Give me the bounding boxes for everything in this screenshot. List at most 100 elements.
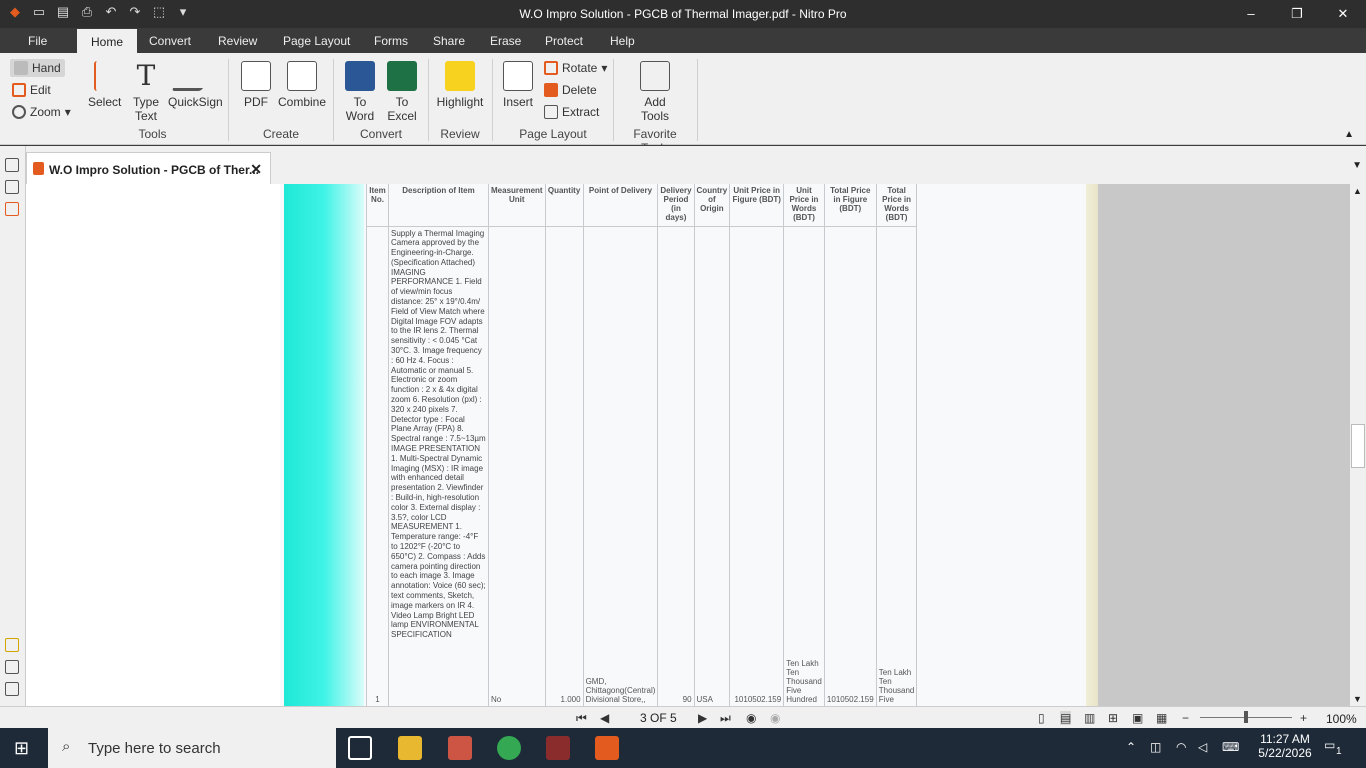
next-page-icon[interactable]: ▶ [698, 711, 707, 725]
camera-tray-icon[interactable]: ◫ [1150, 740, 1161, 754]
previous-view-icon[interactable]: ◉ [746, 711, 756, 725]
window-title: W.O Impro Solution - PGCB of Thermal Ima… [519, 7, 847, 21]
highlight-label: Highlight [436, 95, 484, 109]
extract-button[interactable]: Extract [544, 105, 599, 119]
header-total-price-words: Total Price in Words (BDT) [875, 184, 918, 227]
page-indicator[interactable]: 3 OF 5 [640, 711, 677, 725]
file-explorer-icon[interactable] [398, 736, 422, 760]
vertical-scrollbar[interactable]: ▲ ▼ [1350, 184, 1366, 706]
taskbar-search[interactable]: ⌕ Type here to search [48, 728, 336, 768]
header-point-of-delivery: Point of Delivery [582, 184, 659, 227]
close-button[interactable]: ✕ [1320, 0, 1366, 28]
header-unit-price-words: Unit Price in Words (BDT) [783, 184, 825, 227]
scroll-up-icon[interactable]: ▲ [1353, 186, 1362, 196]
select-label: Select [88, 95, 122, 109]
excel-icon [387, 61, 417, 91]
extract-label: Extract [562, 105, 600, 119]
tab-page-layout[interactable]: Page Layout [277, 32, 356, 50]
tab-home[interactable]: Home [77, 29, 138, 53]
nitro-pro-icon[interactable] [595, 736, 619, 760]
header-delivery-period: Delivery Period (in days) [657, 184, 695, 227]
document-viewer[interactable]: Item No. Description of Item Measurement… [280, 184, 1350, 706]
app-icon[interactable] [448, 736, 472, 760]
search-panel-icon[interactable] [5, 180, 19, 194]
keyboard-icon[interactable]: ⌨ [1222, 740, 1239, 754]
tab-file[interactable]: File [22, 32, 53, 50]
search-placeholder: Type here to search [88, 740, 221, 757]
tab-help[interactable]: Help [604, 32, 641, 50]
type-text-label-1: Type [132, 95, 159, 109]
facing-view-icon[interactable]: ▥ [1084, 711, 1095, 725]
document-tab[interactable]: W.O Impro Solution - PGCB of Ther... ✕ [26, 152, 271, 184]
pages-panel-icon[interactable] [5, 158, 19, 172]
fields-panel-icon[interactable] [5, 682, 19, 696]
tab-list-chevron-icon[interactable]: ▼ [1352, 160, 1362, 171]
cell-unit-words: Ten Lakh Ten Thousand Five Hundred [783, 226, 825, 706]
single-page-view-icon[interactable]: ▯ [1038, 711, 1045, 725]
tab-erase[interactable]: Erase [484, 32, 527, 50]
cell-country: USA [693, 226, 731, 706]
zoom-out-icon[interactable]: − [1182, 711, 1189, 725]
last-page-icon[interactable]: ⏭ [720, 711, 731, 726]
word-icon [345, 61, 375, 91]
attachments-panel-icon[interactable] [5, 660, 19, 674]
table-row: 1 Supply a Thermal Imaging Camera approv… [366, 226, 918, 706]
edit-tool-button[interactable]: Edit [12, 83, 51, 97]
type-text-button[interactable]: T Type Text [130, 61, 162, 124]
rotate-icon [544, 61, 558, 75]
volume-muted-icon[interactable]: ◁ [1198, 740, 1207, 754]
insert-button[interactable]: Insert [500, 61, 536, 109]
tray-chevron-icon[interactable]: ⌃ [1126, 740, 1136, 754]
zoom-slider-thumb[interactable] [1244, 711, 1248, 723]
comments-panel-icon[interactable] [5, 638, 19, 652]
rotate-button[interactable]: Rotate ▾ [544, 61, 607, 75]
to-excel-button[interactable]: To Excel [385, 61, 419, 123]
quicksign-button[interactable]: QuickSign [168, 61, 223, 109]
chrome-icon[interactable] [497, 736, 521, 760]
winrar-icon[interactable] [546, 736, 570, 760]
scroll-down-icon[interactable]: ▼ [1353, 694, 1362, 704]
zoom-button[interactable]: Zoom ▾ [12, 105, 71, 119]
minimize-button[interactable]: – [1228, 0, 1274, 28]
pdf-label: PDF [244, 95, 268, 109]
zoom-level[interactable]: 100% [1326, 712, 1357, 726]
zoom-in-icon[interactable]: + [1300, 711, 1307, 725]
previous-page-icon[interactable]: ◀ [600, 711, 609, 725]
fit-page-icon[interactable]: ▣ [1132, 711, 1143, 725]
status-bar: ⏮ ◀ 3 OF 5 ▶ ⏭ ◉ ◉ ▯ ▤ ▥ ⊞ ▣ ▦ − + 100% [0, 706, 1366, 728]
first-page-icon[interactable]: ⏮ [576, 711, 587, 726]
to-word-button[interactable]: To Word [343, 61, 377, 123]
collapse-ribbon-icon[interactable]: ▲ [1344, 129, 1354, 140]
notifications-icon[interactable]: ▭ [1324, 738, 1335, 752]
scrollbar-thumb[interactable] [1351, 424, 1365, 468]
next-view-icon[interactable]: ◉ [770, 711, 780, 725]
continuous-view-icon[interactable]: ▤ [1060, 711, 1072, 725]
restore-button[interactable]: ❐ [1274, 0, 1320, 28]
quicksign-icon [171, 61, 219, 91]
fit-width-icon[interactable]: ▦ [1156, 711, 1167, 725]
system-clock[interactable]: 11:27 AM 5/22/2026 [1255, 732, 1315, 760]
edit-icon [12, 83, 26, 97]
title-bar: ◆ ▭ ▤ ⎙ ↶ ↷ ⬚ ▾ W.O Impro Solution - PGC… [0, 0, 1366, 28]
hand-tool-button[interactable]: Hand [10, 59, 65, 77]
tab-share[interactable]: Share [427, 32, 471, 50]
windows-start-icon[interactable]: ⊞ [14, 738, 29, 759]
tab-convert[interactable]: Convert [143, 32, 197, 50]
facing-continuous-view-icon[interactable]: ⊞ [1108, 711, 1118, 725]
add-tools-button[interactable]: Add Tools [638, 61, 672, 123]
combine-button[interactable]: Combine [278, 61, 326, 109]
header-description: Description of Item [388, 184, 489, 227]
wifi-icon[interactable]: ◠ [1176, 740, 1186, 754]
select-button[interactable]: Select [88, 61, 122, 109]
tab-forms[interactable]: Forms [368, 32, 414, 50]
close-tab-icon[interactable]: ✕ [250, 161, 262, 178]
to-excel-label-1: To [395, 95, 409, 109]
bookmarks-panel-icon[interactable] [5, 202, 19, 216]
highlight-button[interactable]: Highlight [434, 61, 486, 109]
create-pdf-button[interactable]: PDF [240, 61, 272, 109]
tab-protect[interactable]: Protect [539, 32, 589, 50]
tab-review[interactable]: Review [212, 32, 263, 50]
delete-button[interactable]: Delete [544, 83, 597, 97]
select-icon [94, 61, 114, 91]
task-view-icon[interactable] [348, 736, 372, 760]
